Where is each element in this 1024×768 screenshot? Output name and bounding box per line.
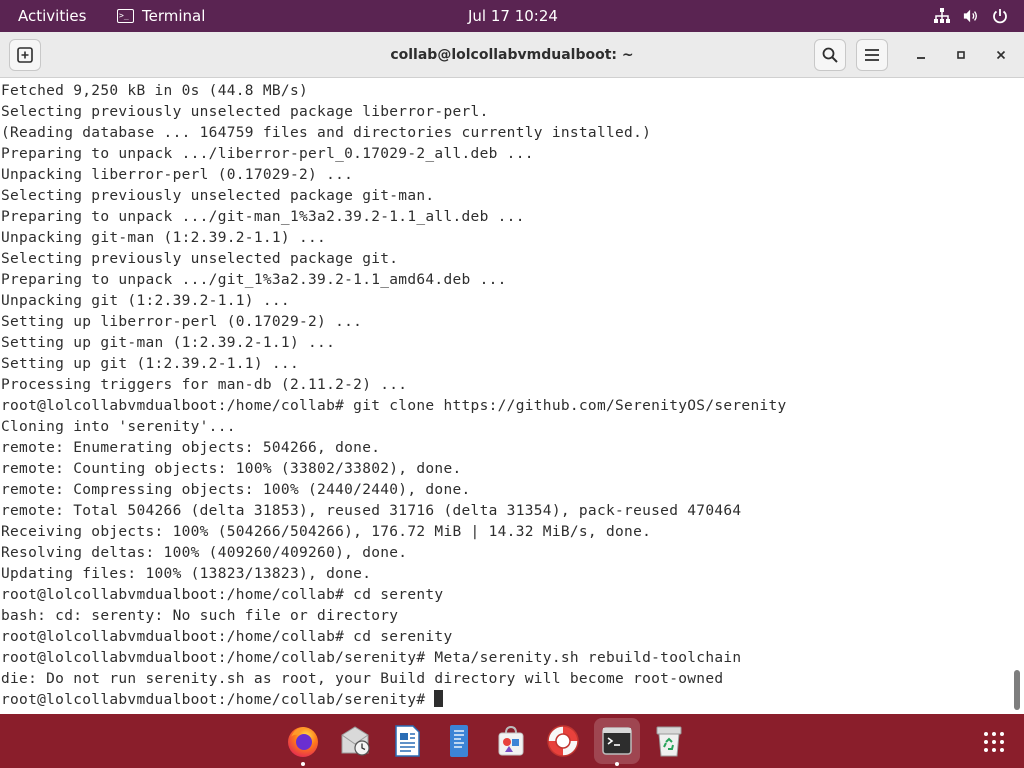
terminal-headerbar: collab@lolcollabvmdualboot: ~ xyxy=(0,32,1024,78)
software-store-icon xyxy=(498,725,524,756)
menu-button[interactable] xyxy=(856,39,888,71)
terminal-line: Preparing to unpack .../git_1%3a2.39.2-1… xyxy=(1,272,507,288)
app-grid-icon xyxy=(984,732,1004,752)
terminal-line: root@lolcollabvmdualboot:/home/collab/se… xyxy=(1,650,742,666)
help-lifebuoy-icon xyxy=(547,725,579,757)
maximize-icon xyxy=(957,51,965,59)
search-button[interactable] xyxy=(814,39,846,71)
clock[interactable]: Jul 17 10:24 xyxy=(468,0,558,32)
network-icon xyxy=(934,8,950,24)
terminal-line: remote: Total 504266 (delta 31853), reus… xyxy=(1,503,742,519)
terminal-line: Setting up liberror-perl (0.17029-2) ... xyxy=(1,314,363,330)
terminal-line: Selecting previously unselected package … xyxy=(1,104,489,120)
terminal-prompt: root@lolcollabvmdualboot:/home/collab/se… xyxy=(1,692,435,708)
terminal-line: root@lolcollabvmdualboot:/home/collab# c… xyxy=(1,587,444,603)
terminal-line: root@lolcollabvmdualboot:/home/collab# c… xyxy=(1,629,453,645)
minimize-button[interactable] xyxy=(908,42,934,68)
scrollbar-thumb[interactable] xyxy=(1014,670,1020,710)
volume-icon xyxy=(963,8,979,24)
running-indicator xyxy=(615,762,619,766)
terminal-line: (Reading database ... 164759 files and d… xyxy=(1,125,652,141)
terminal-line: root@lolcollabvmdualboot:/home/collab# g… xyxy=(1,398,787,414)
terminal-line: Selecting previously unselected package … xyxy=(1,251,399,267)
firefox-icon xyxy=(288,727,318,757)
show-apps-button[interactable] xyxy=(978,726,1010,758)
running-indicator xyxy=(301,762,305,766)
terminal-line: Preparing to unpack .../git-man_1%3a2.39… xyxy=(1,209,525,225)
close-icon xyxy=(996,50,1006,60)
dock-item-writer[interactable] xyxy=(384,718,430,764)
app-menu-label: Terminal xyxy=(142,7,206,25)
terminal-text: Fetched 9,250 kB in 0s (44.8 MB/s) Select… xyxy=(1,81,1001,711)
terminal-line: Preparing to unpack .../liberror-perl_0.… xyxy=(1,146,534,162)
maximize-button[interactable] xyxy=(948,42,974,68)
writer-document-icon xyxy=(395,725,420,757)
terminal-output[interactable]: Fetched 9,250 kB in 0s (44.8 MB/s) Select… xyxy=(0,78,1024,714)
minimize-icon xyxy=(917,57,925,59)
new-tab-icon xyxy=(17,47,33,63)
terminal-line: Unpacking liberror-perl (0.17029-2) ... xyxy=(1,167,354,183)
dock-item-help[interactable] xyxy=(540,718,586,764)
dock-item-mail[interactable] xyxy=(332,718,378,764)
app-menu-button[interactable]: >_ Terminal xyxy=(117,0,205,32)
terminal-line: Selecting previously unselected package … xyxy=(1,188,435,204)
close-button[interactable] xyxy=(988,42,1014,68)
window-title: collab@lolcollabvmdualboot: ~ xyxy=(390,47,634,63)
mail-calendar-icon xyxy=(341,726,370,756)
terminal-line: remote: Counting objects: 100% (33802/33… xyxy=(1,461,462,477)
power-icon xyxy=(992,8,1008,24)
terminal-line: Cloning into 'serenity'... xyxy=(1,419,236,435)
terminal-line: Fetched 9,250 kB in 0s (44.8 MB/s) xyxy=(1,83,309,99)
terminal-line: Resolving deltas: 100% (409260/409260), … xyxy=(1,545,408,561)
terminal-line: Unpacking git (1:2.39.2-1.1) ... xyxy=(1,293,290,309)
terminal-line: Receiving objects: 100% (504266/504266),… xyxy=(1,524,652,540)
terminal-line: Updating files: 100% (13823/13823), done… xyxy=(1,566,372,582)
terminal-line: remote: Enumerating objects: 504266, don… xyxy=(1,440,381,456)
new-tab-button[interactable] xyxy=(9,39,41,71)
terminal-icon xyxy=(602,727,632,755)
search-icon xyxy=(822,47,838,63)
terminal-prompt-line: root@lolcollabvmdualboot:/home/collab/se… xyxy=(1,690,1001,711)
system-tray[interactable] xyxy=(934,0,1008,32)
dock-item-software[interactable] xyxy=(488,718,534,764)
terminal-line: die: Do not run serenity.sh as root, you… xyxy=(1,671,724,687)
trash-icon xyxy=(656,726,682,757)
dock-item-trash[interactable] xyxy=(646,718,692,764)
terminal-line: Unpacking git-man (1:2.39.2-1.1) ... xyxy=(1,230,327,246)
top-bar: Activities >_ Terminal Jul 17 10:24 xyxy=(0,0,1024,32)
terminal-line: bash: cd: serenty: No such file or direc… xyxy=(1,608,399,624)
terminal-line: Setting up git-man (1:2.39.2-1.1) ... xyxy=(1,335,336,351)
dock-item-terminal[interactable] xyxy=(594,718,640,766)
terminal-line: Processing triggers for man-db (2.11.2-2… xyxy=(1,377,408,393)
text-cursor xyxy=(434,690,444,707)
dock-item-firefox[interactable] xyxy=(280,718,326,766)
text-editor-icon xyxy=(450,725,468,757)
terminal-line: Setting up git (1:2.39.2-1.1) ... xyxy=(1,356,299,372)
dock xyxy=(0,714,1024,768)
scrollbar[interactable] xyxy=(1012,78,1022,714)
activities-button[interactable]: Activities xyxy=(18,0,86,32)
hamburger-menu-icon xyxy=(865,49,879,61)
terminal-mini-icon: >_ xyxy=(117,9,134,23)
dock-item-text-editor[interactable] xyxy=(436,718,482,764)
terminal-line: remote: Compressing objects: 100% (2440/… xyxy=(1,482,471,498)
